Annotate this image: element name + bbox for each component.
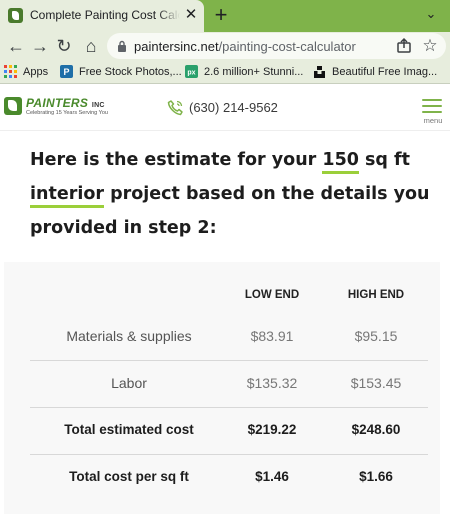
pexels-icon: P — [60, 65, 73, 78]
tab-search-chevron-icon[interactable]: ⌄ — [421, 4, 441, 24]
reload-icon[interactable]: ↻ — [52, 34, 76, 58]
table-row-total: Total estimated cost $219.22 $248.60 — [30, 408, 428, 454]
table-row-per-sqft: Total cost per sq ft $1.46 $1.66 — [30, 455, 428, 501]
close-tab-icon[interactable]: ✕ — [184, 7, 198, 22]
url-host: paintersinc.net — [134, 39, 219, 54]
logo-wordmark: PAINTERS INC — [26, 96, 105, 110]
phone-number-link[interactable]: (630) 214-9562 — [189, 100, 278, 115]
bookmark-unsplash[interactable]: Beautiful Free Imag... — [313, 64, 437, 80]
bookmark-label: Apps — [23, 66, 49, 78]
url-path: /painting-cost-calculator — [218, 39, 356, 54]
column-header-low-end: LOW END — [244, 289, 300, 301]
project-type: interior — [30, 184, 104, 208]
low-end-value: $135.32 — [246, 375, 298, 391]
sqft-value: 150 — [322, 150, 359, 174]
high-end-value: $95.15 — [354, 328, 398, 344]
column-header-high-end: HIGH END — [347, 289, 405, 301]
phone-icon[interactable] — [167, 99, 184, 116]
bookmarks-bar: Apps P Free Stock Photos,... px 2.6 mill… — [0, 60, 450, 84]
address-bar[interactable]: paintersinc.net/painting-cost-calculator… — [107, 33, 446, 59]
heading-text: sq ft — [358, 150, 411, 170]
logo-mark-icon — [4, 97, 22, 115]
url-text: paintersinc.net/painting-cost-calculator — [134, 39, 356, 54]
browser-toolbar: ← → ↻ ⌂ paintersinc.net/painting-cost-ca… — [0, 32, 450, 60]
table-row: Materials & supplies $83.91 $95.15 — [30, 314, 428, 360]
lock-icon — [118, 40, 126, 52]
row-label: Labor — [111, 375, 147, 391]
home-icon[interactable]: ⌂ — [79, 34, 103, 58]
svg-text:P: P — [63, 67, 69, 77]
paintersinc-favicon-icon — [8, 8, 23, 23]
row-label: Materials & supplies — [66, 328, 192, 344]
table-row: Labor $135.32 $153.45 — [30, 361, 428, 407]
high-end-value: $1.66 — [359, 469, 393, 484]
unsplash-icon — [314, 66, 325, 78]
bookmark-label: 2.6 million+ Stunni... — [204, 66, 304, 78]
logo-tagline: Celebrating 15 Years Serving You — [26, 110, 108, 116]
logo-inc: INC — [91, 102, 105, 109]
low-end-value: $1.46 — [255, 469, 289, 484]
bookmark-pixabay[interactable]: px 2.6 million+ Stunni... — [185, 64, 303, 80]
cost-estimate-table: LOW END HIGH END Materials & supplies $8… — [30, 262, 428, 514]
row-label: Total estimated cost — [64, 422, 194, 437]
apps-grid-icon — [4, 65, 17, 78]
row-label: Total cost per sq ft — [69, 469, 189, 484]
high-end-value: $248.60 — [351, 422, 401, 437]
hamburger-menu-icon[interactable] — [422, 99, 442, 113]
heading-text: Here is the estimate for your — [30, 150, 323, 170]
share-icon[interactable] — [395, 37, 413, 55]
bookmark-label: Beautiful Free Imag... — [332, 66, 438, 78]
tab-title: Complete Painting Cost Calculator — [30, 8, 180, 22]
bookmark-label: Free Stock Photos,... — [79, 66, 182, 78]
forward-arrow-icon[interactable]: → — [28, 34, 52, 58]
estimate-heading: Here is the estimate for your 150 sq ft … — [30, 143, 430, 245]
logo-text: PAINTERS — [26, 96, 89, 110]
low-end-value: $83.91 — [250, 328, 294, 344]
cost-estimate-panel: LOW END HIGH END Materials & supplies $8… — [4, 262, 440, 514]
svg-text:px: px — [187, 70, 195, 77]
new-tab-icon[interactable]: + — [211, 4, 231, 26]
back-arrow-icon[interactable]: ← — [4, 34, 28, 58]
tab-strip: Complete Painting Cost Calculator ✕ + ⌄ — [0, 0, 450, 32]
menu-label[interactable]: menu — [421, 116, 445, 125]
site-header: PAINTERS INC Celebrating 15 Years Servin… — [0, 85, 450, 131]
bookmark-star-icon[interactable]: ☆ — [421, 36, 439, 56]
high-end-value: $153.45 — [350, 375, 402, 391]
pixabay-icon: px — [185, 65, 198, 78]
low-end-value: $219.22 — [247, 422, 297, 437]
painters-inc-logo[interactable]: PAINTERS INC Celebrating 15 Years Servin… — [4, 96, 114, 122]
bookmark-apps[interactable]: Apps — [4, 64, 48, 80]
browser-tab[interactable]: Complete Painting Cost Calculator ✕ — [0, 0, 204, 32]
bookmark-pexels[interactable]: P Free Stock Photos,... — [60, 64, 182, 80]
